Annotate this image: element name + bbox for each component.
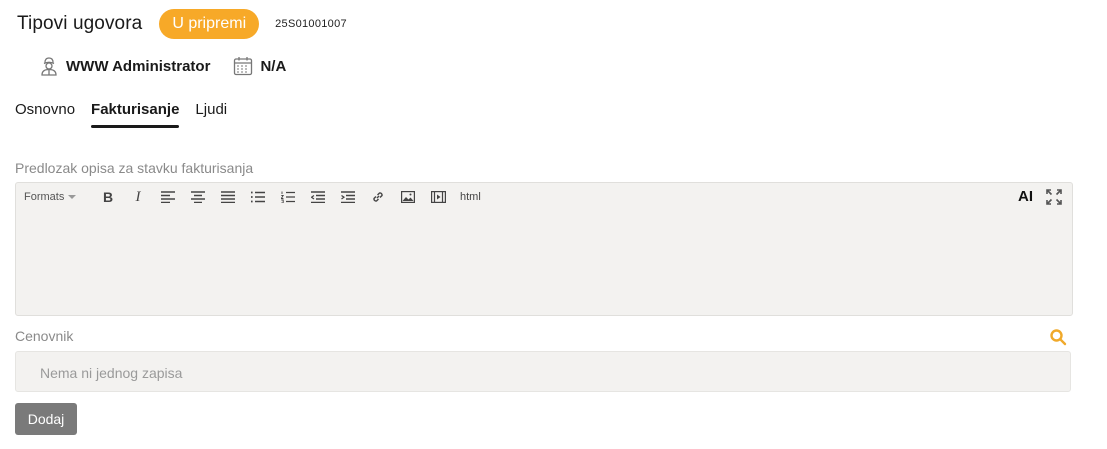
numbered-list-button[interactable] xyxy=(280,189,296,205)
user-icon xyxy=(38,55,60,77)
chevron-down-icon xyxy=(68,195,77,199)
page-title: Tipovi ugovora xyxy=(17,13,143,34)
user-name: WWW Administrator xyxy=(66,57,211,75)
formats-dropdown[interactable]: Formats xyxy=(24,191,86,203)
page-header: Tipovi ugovora U pripremi 25S01001007 xyxy=(17,9,347,39)
editor-toolbar: Formats B I html xyxy=(24,189,481,206)
rich-text-editor[interactable]: Formats B I html AI xyxy=(15,182,1073,316)
image-icon[interactable] xyxy=(400,189,416,205)
align-justify-button[interactable] xyxy=(220,189,236,205)
document-number: 25S01001007 xyxy=(275,18,347,30)
meta-user: WWW Administrator xyxy=(38,55,210,77)
media-icon[interactable] xyxy=(430,189,446,205)
calendar-icon xyxy=(232,55,254,77)
tab-ljudi[interactable]: Ljudi xyxy=(195,98,227,130)
fullscreen-icon[interactable] xyxy=(1046,188,1062,205)
italic-button[interactable]: I xyxy=(130,189,146,205)
editor-label: Predlozak opisa za stavku fakturisanja xyxy=(15,160,254,176)
tab-bar: Osnovno Fakturisanje Ljudi xyxy=(15,98,227,130)
link-icon[interactable] xyxy=(370,189,386,205)
meta-row: WWW Administrator N/A xyxy=(38,53,286,79)
html-source-button[interactable]: html xyxy=(460,191,481,203)
empty-state-text: Nema ni jednog zapisa xyxy=(40,365,183,381)
tab-fakturisanje[interactable]: Fakturisanje xyxy=(91,98,180,130)
bullet-list-button[interactable] xyxy=(250,189,266,205)
align-left-button[interactable] xyxy=(160,189,176,205)
tab-osnovno[interactable]: Osnovno xyxy=(15,98,75,130)
align-center-button[interactable] xyxy=(190,189,206,205)
outdent-button[interactable] xyxy=(310,189,326,205)
indent-button[interactable] xyxy=(340,189,356,205)
add-button[interactable]: Dodaj xyxy=(15,403,77,435)
bold-button[interactable]: B xyxy=(100,189,116,205)
meta-date: N/A xyxy=(232,55,286,77)
price-list-table: Nema ni jednog zapisa xyxy=(15,351,1071,392)
date-value: N/A xyxy=(260,57,287,75)
price-list-label: Cenovnik xyxy=(15,328,74,344)
status-badge: U pripremi xyxy=(159,9,260,39)
editor-toolbar-right: AI xyxy=(1018,188,1062,205)
search-icon[interactable] xyxy=(1049,328,1067,346)
ai-button[interactable]: AI xyxy=(1018,188,1033,205)
